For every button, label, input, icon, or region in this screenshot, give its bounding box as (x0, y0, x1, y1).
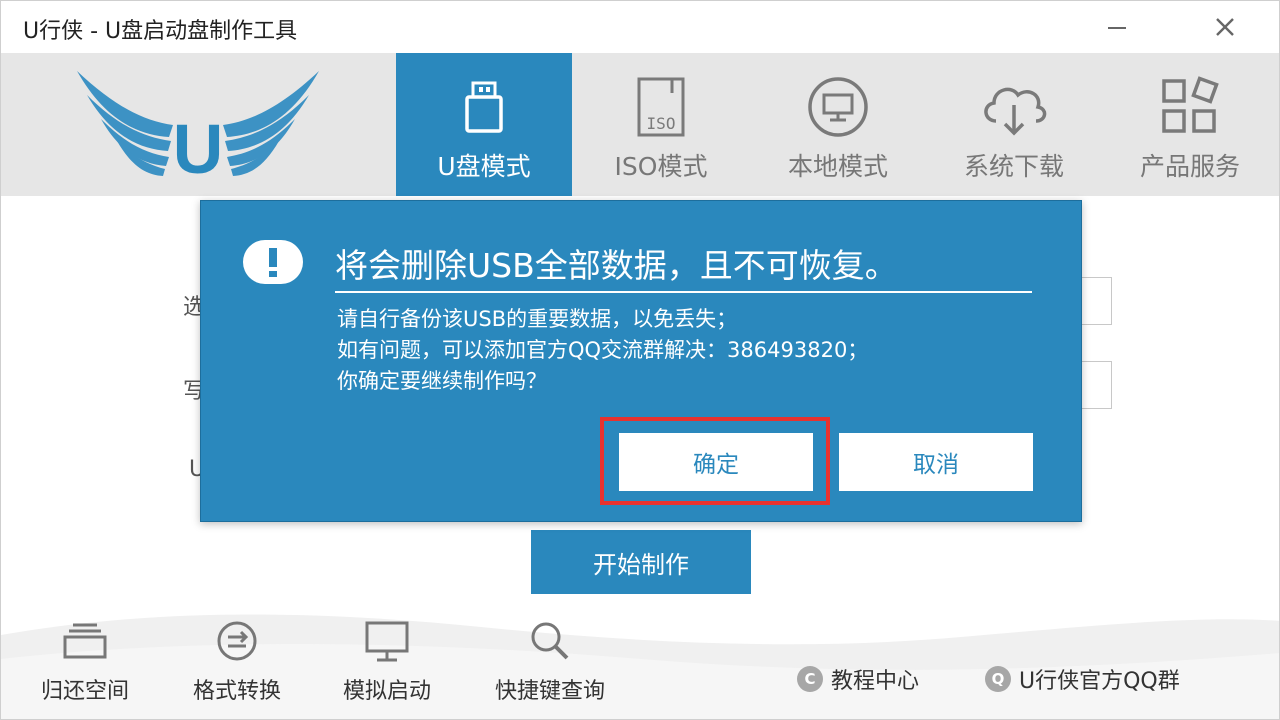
tab-local-mode[interactable]: 本地模式 (750, 53, 926, 196)
warning-icon (242, 239, 304, 285)
footer-tool-label: 模拟启动 (343, 673, 431, 705)
cancel-button[interactable]: 取消 (839, 433, 1033, 491)
link-label: 教程中心 (831, 663, 919, 695)
tutorial-badge-icon: C (797, 666, 823, 692)
title-bar: U行侠 - U盘启动盘制作工具 (1, 1, 1280, 53)
minimize-button[interactable] (1097, 9, 1137, 45)
write-mode-field[interactable] (1082, 361, 1112, 409)
link-label: U行侠官方QQ群 (1019, 663, 1180, 695)
tab-label: 本地模式 (788, 147, 888, 183)
apps-grid-icon (1158, 75, 1222, 139)
tab-label: ISO模式 (615, 147, 708, 183)
logo-letter: U (173, 110, 224, 183)
dialog-message-line: 你确定要继续制作吗？ (337, 365, 547, 395)
tab-label: 系统下载 (964, 147, 1064, 183)
dialog-message-line: 如有问题，可以添加官方QQ交流群解决：386493820； (337, 334, 868, 364)
qq-badge-icon: Q (985, 666, 1011, 692)
tab-system-download[interactable]: 系统下载 (926, 53, 1102, 196)
svg-text:ISO: ISO (647, 114, 676, 133)
footer-tool-simulate-boot[interactable]: 模拟启动 (343, 619, 431, 705)
window-title: U行侠 - U盘启动盘制作工具 (23, 13, 297, 45)
tab-product-service[interactable]: 产品服务 (1102, 53, 1278, 196)
dialog-title: 将会删除USB全部数据，且不可恢复。 (335, 239, 898, 287)
tab-iso-mode[interactable]: ISO ISO模式 (573, 53, 749, 196)
tab-u-disk-mode[interactable]: U盘模式 (396, 53, 572, 196)
cloud-download-icon (978, 77, 1050, 137)
minimize-icon (1106, 16, 1128, 38)
nav-bar: U U盘模式 ISO ISO模式 (1, 53, 1280, 196)
footer-tool-format-convert[interactable]: 格式转换 (193, 619, 281, 705)
footer-tool-label: 格式转换 (193, 673, 281, 705)
device-select-field[interactable] (1082, 277, 1112, 325)
close-button[interactable] (1205, 9, 1245, 45)
footer-bar: 归还空间 格式转换 模拟启动 (1, 601, 1280, 720)
iso-file-icon: ISO (631, 75, 691, 139)
close-icon (1214, 16, 1236, 38)
tab-label: U盘模式 (437, 147, 530, 183)
confirm-dialog: 将会删除USB全部数据，且不可恢复。 请自行备份该USB的重要数据，以免丢失； … (200, 200, 1082, 522)
monitor-icon (363, 619, 411, 663)
official-qq-group-link[interactable]: Q U行侠官方QQ群 (985, 663, 1180, 695)
dialog-divider (335, 291, 1032, 293)
monitor-circle-icon (806, 75, 870, 139)
tab-label: 产品服务 (1140, 147, 1240, 183)
search-icon (527, 619, 573, 663)
footer-tool-restore-space[interactable]: 归还空间 (41, 619, 129, 705)
convert-icon (215, 619, 259, 663)
winged-u-logo: U (73, 65, 323, 183)
usb-drive-icon (454, 77, 514, 137)
dialog-message-line: 请自行备份该USB的重要数据，以免丢失； (337, 303, 737, 333)
footer-tool-label: 归还空间 (41, 673, 129, 705)
footer-tool-label: 快捷键查询 (495, 673, 605, 705)
confirm-button[interactable]: 确定 (619, 433, 813, 491)
tutorial-center-link[interactable]: C 教程中心 (797, 663, 919, 695)
footer-tool-shortcut-query[interactable]: 快捷键查询 (495, 619, 605, 705)
app-window: U行侠 - U盘启动盘制作工具 U (0, 0, 1280, 720)
storage-tray-icon (61, 621, 109, 661)
start-make-button[interactable]: 开始制作 (531, 530, 751, 594)
